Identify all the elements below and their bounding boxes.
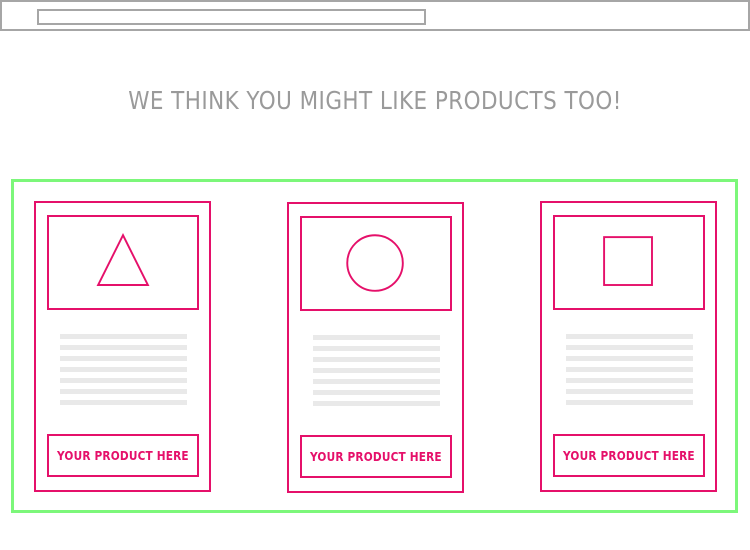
text-line-placeholder [313, 335, 440, 340]
text-line-placeholder [60, 400, 187, 405]
product-description-placeholder [60, 334, 187, 411]
browser-address-bar [0, 0, 750, 31]
text-line-placeholder [60, 345, 187, 350]
text-line-placeholder [566, 356, 693, 361]
product-button-label: YOUR PRODUCT HERE [310, 449, 442, 464]
triangle-icon [96, 233, 150, 286]
text-line-placeholder [313, 346, 440, 351]
text-line-placeholder [566, 378, 693, 383]
text-line-placeholder [60, 356, 187, 361]
product-description-placeholder [566, 334, 693, 411]
product-button[interactable]: YOUR PRODUCT HERE [47, 434, 199, 477]
text-line-placeholder [313, 379, 440, 384]
text-line-placeholder [566, 367, 693, 372]
product-card[interactable]: YOUR PRODUCT HERE [540, 201, 717, 492]
text-line-placeholder [566, 389, 693, 394]
product-button[interactable]: YOUR PRODUCT HERE [553, 434, 705, 477]
product-button[interactable]: YOUR PRODUCT HERE [300, 435, 452, 478]
product-image-placeholder [553, 215, 705, 310]
product-description-placeholder [313, 335, 440, 412]
text-line-placeholder [313, 357, 440, 362]
product-image-placeholder [47, 215, 199, 310]
section-heading: WE THINK YOU MIGHT LIKE PRODUCTS TOO! [128, 86, 622, 115]
text-line-placeholder [313, 401, 440, 406]
text-line-placeholder [60, 389, 187, 394]
text-line-placeholder [566, 334, 693, 339]
product-button-label: YOUR PRODUCT HERE [563, 448, 695, 463]
text-line-placeholder [313, 368, 440, 373]
product-image-placeholder [300, 216, 452, 311]
text-line-placeholder [566, 400, 693, 405]
text-line-placeholder [313, 390, 440, 395]
url-input[interactable] [37, 9, 426, 25]
product-card[interactable]: YOUR PRODUCT HERE [287, 202, 464, 493]
circle-icon [346, 234, 404, 292]
text-line-placeholder [60, 378, 187, 383]
product-button-label: YOUR PRODUCT HERE [57, 448, 189, 463]
product-card[interactable]: YOUR PRODUCT HERE [34, 201, 211, 492]
text-line-placeholder [60, 367, 187, 372]
text-line-placeholder [566, 345, 693, 350]
square-icon [603, 236, 653, 286]
text-line-placeholder [60, 334, 187, 339]
